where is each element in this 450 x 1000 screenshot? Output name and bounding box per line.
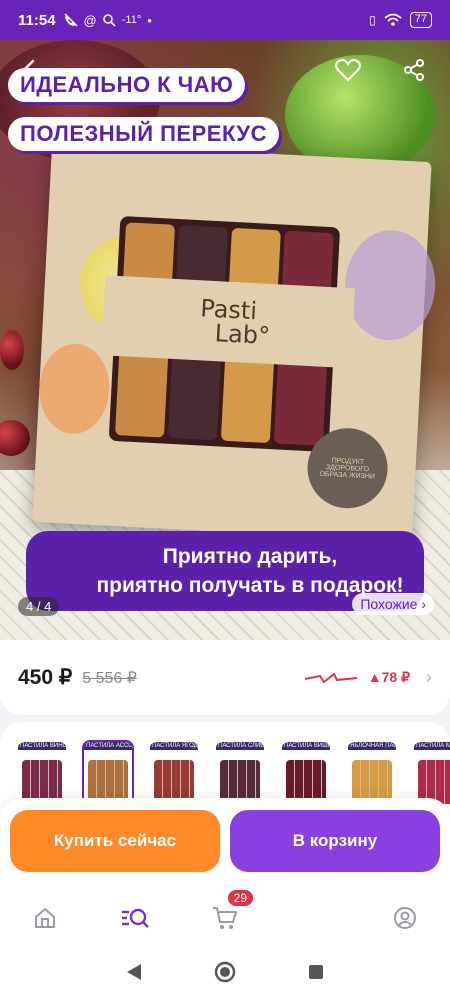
price-trend-sparkline: [304, 671, 357, 683]
brand-logo: Pasti Lab°: [184, 294, 272, 350]
image-counter: 4 / 4: [18, 597, 60, 616]
buy-now-button[interactable]: Купить сейчас: [10, 810, 220, 872]
home-icon: [35, 908, 55, 928]
cart-count-badge: 29: [227, 890, 253, 906]
share-button[interactable]: [400, 56, 428, 84]
search-status-icon: [102, 13, 116, 27]
square-recents-icon: [309, 964, 323, 979]
back-button[interactable]: [16, 54, 44, 82]
vibrate-icon: ▯: [369, 13, 376, 27]
nav-profile[interactable]: [385, 898, 425, 938]
status-bar: 11:54 @ -11° • ▯ 77: [0, 0, 450, 40]
battery-indicator: 77: [409, 12, 432, 28]
share-icon: [404, 59, 424, 81]
system-back-button[interactable]: [126, 963, 142, 986]
orange-decor: [37, 342, 112, 436]
similar-products-button[interactable]: Похожие ›: [352, 593, 434, 615]
variant-title: ЯБЛОЧНАЯ ПАСТИЛА: [348, 742, 396, 750]
variant-title: ПАСТИЛА МАЛИНОВАЯ: [414, 742, 450, 750]
nav-catalog[interactable]: [115, 898, 155, 938]
price-card: 450 ₽ 5 556 ₽ ▲78 ₽ ›: [0, 640, 450, 715]
nav-favorites[interactable]: [295, 898, 335, 938]
back-arrow-icon: [24, 59, 35, 77]
catalog-search-icon: [122, 908, 149, 928]
banner-line-1: Приятно дарить,: [162, 544, 338, 568]
variant-title: ПАСТИЛА ВИШНЁВАЯ: [282, 742, 330, 750]
old-price: 5 556 ₽: [82, 669, 137, 687]
price-history-button[interactable]: ▲78 ₽ ›: [304, 667, 432, 688]
wifi-icon: [384, 13, 402, 26]
brand-line-2: Lab°: [214, 319, 271, 350]
variant-title: ПАСТИЛА АССОРТИ: [84, 742, 132, 750]
product-box: Pasti Lab° ПРОДУКТ ЗДОРОВОГО ОБРАЗА ЖИЗН…: [32, 142, 439, 542]
temperature: -11°: [121, 14, 142, 26]
favorite-button[interactable]: [334, 56, 362, 84]
call-muted-icon: [64, 13, 78, 27]
add-to-cart-button[interactable]: В корзину: [230, 810, 440, 872]
current-price: 450 ₽: [18, 666, 73, 689]
system-recents-button[interactable]: [308, 964, 324, 985]
triangle-back-icon: [127, 963, 141, 980]
nav-home[interactable]: [25, 898, 65, 938]
status-time: 11:54: [18, 11, 56, 29]
product-image-gallery[interactable]: Pasti Lab° ПРОДУКТ ЗДОРОВОГО ОБРАЗА ЖИЗН…: [0, 40, 450, 640]
variant-title: ПАСТИЛА СЛИВОВАЯ: [216, 742, 264, 750]
dot-icon: •: [147, 12, 152, 28]
plum-decor: [342, 227, 439, 343]
bottom-nav: 29: [0, 888, 450, 948]
variant-title: ПАСТИЛА ВИНОГРАДНАЯ: [18, 742, 66, 750]
system-home-button[interactable]: [214, 961, 236, 988]
status-icons: @ -11° •: [64, 13, 152, 28]
system-navigation: [0, 948, 450, 1000]
price-change: ▲78 ₽: [367, 669, 410, 685]
heart-icon: [335, 58, 361, 82]
cherry-decor: [0, 330, 24, 370]
action-bar: Купить сейчас В корзину: [0, 798, 450, 888]
heart-icon: [303, 907, 327, 929]
brand-band: Pasti Lab°: [101, 275, 355, 369]
promo-tag-snack: ПОЛЕЗНЫЙ ПЕРЕКУС: [8, 117, 280, 151]
variant-title: ПАСТИЛА ЯГОДНОЕ АССОРТИ: [150, 742, 198, 750]
circle-home-icon: [214, 961, 236, 982]
profile-icon: [394, 907, 416, 929]
at-icon: @: [83, 12, 97, 28]
chevron-right-icon: ›: [426, 667, 432, 687]
nav-cart[interactable]: 29: [205, 890, 253, 938]
cherry-decor: [0, 420, 30, 456]
cart-icon: [213, 907, 237, 929]
